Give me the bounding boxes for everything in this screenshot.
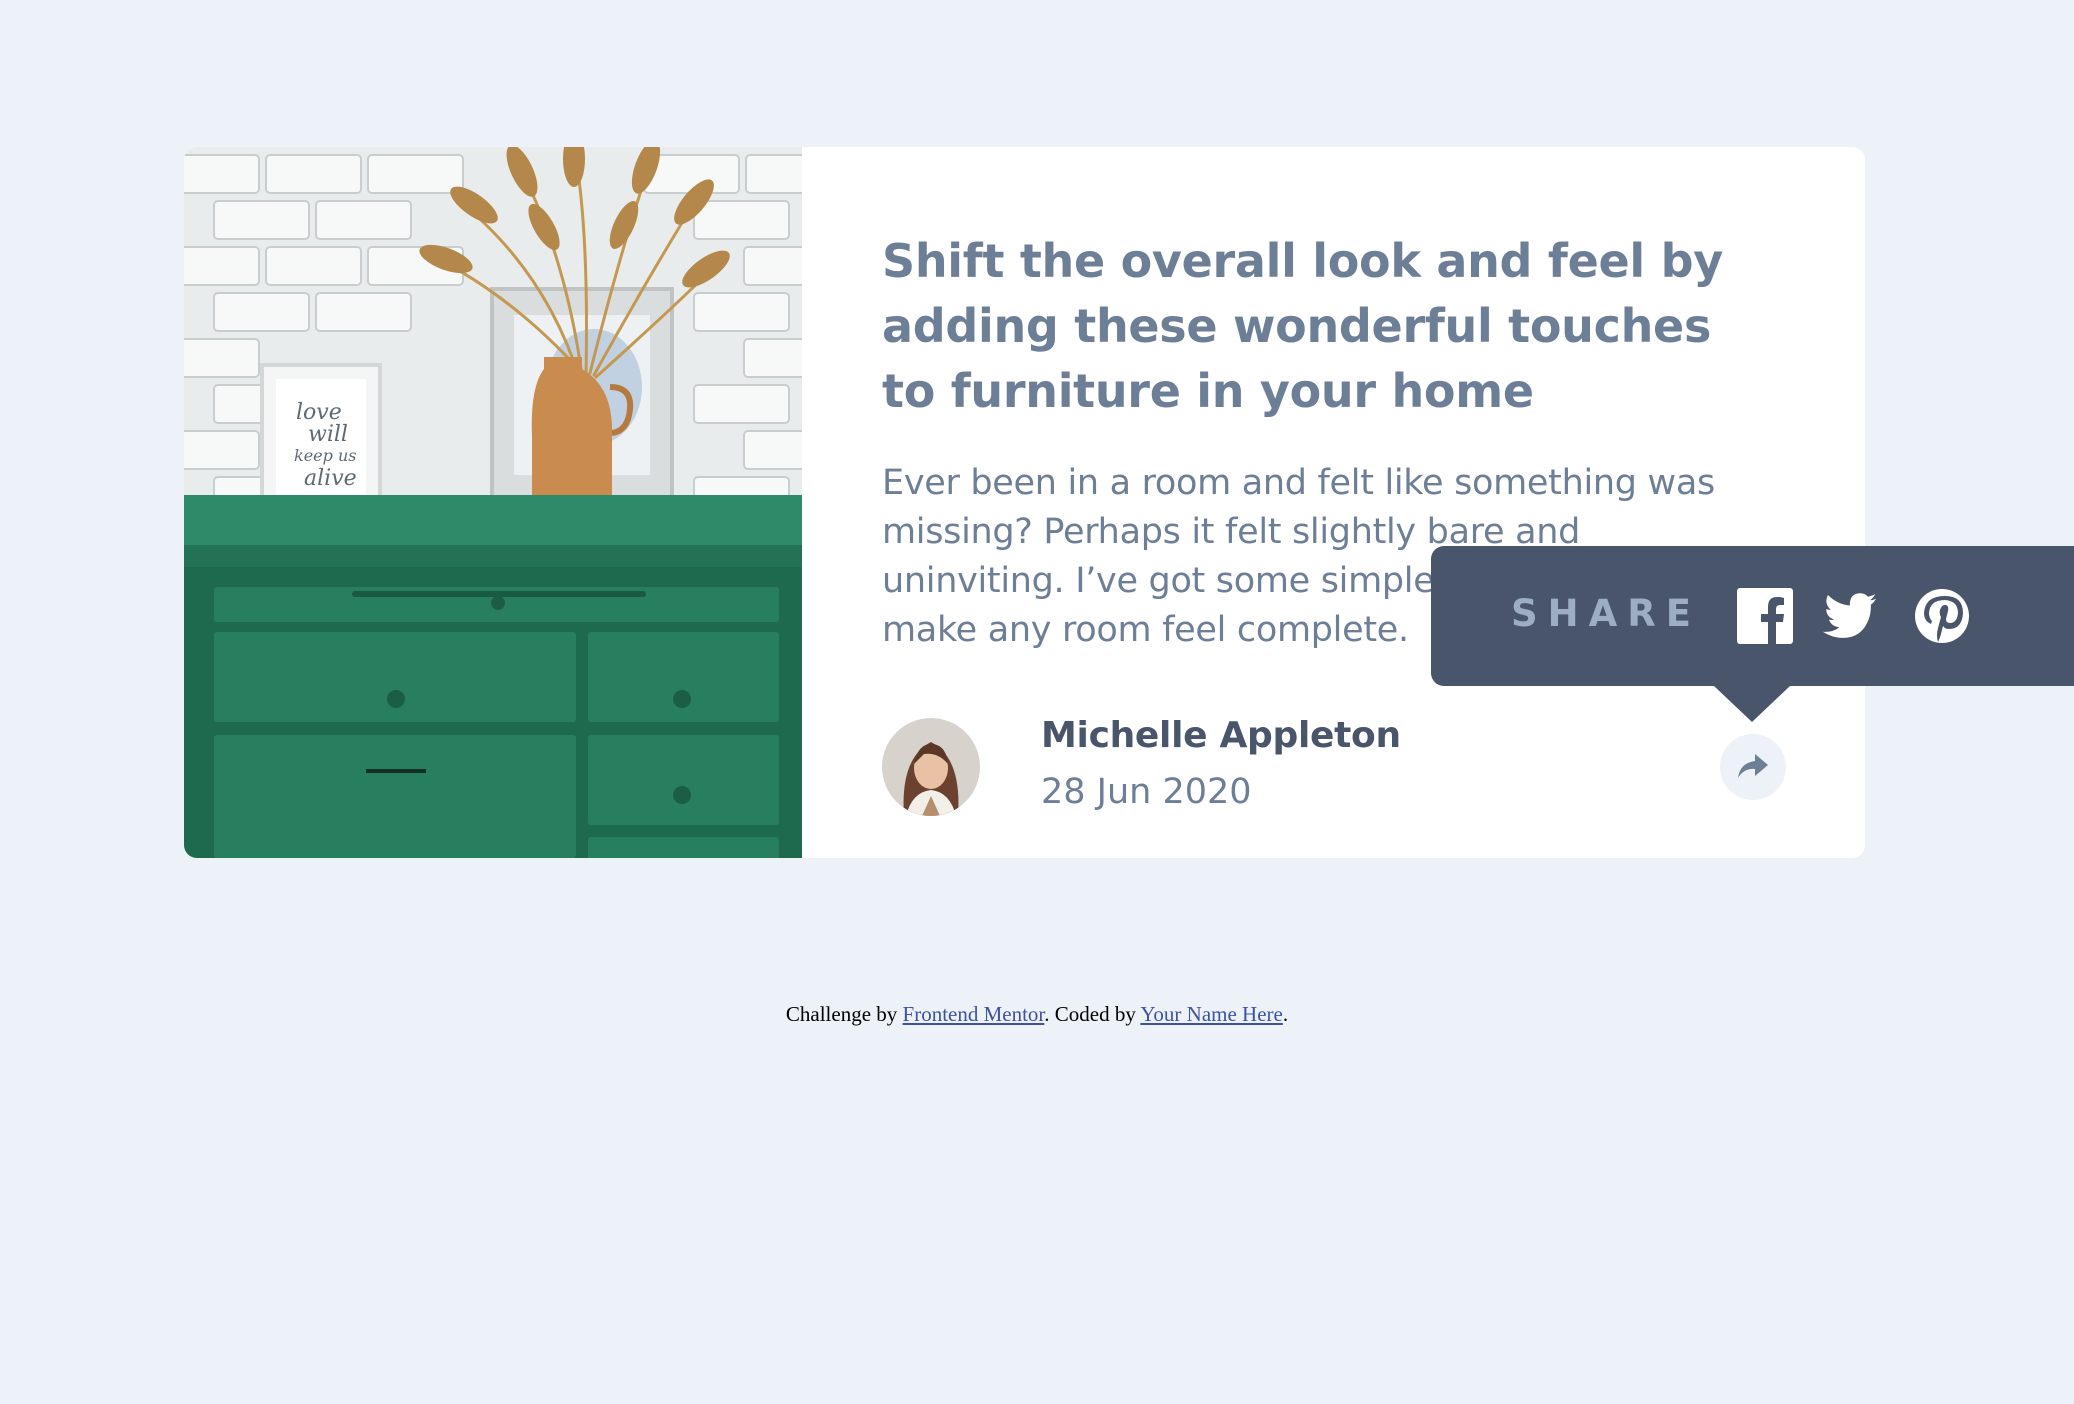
frame-text-3: keep us: [294, 446, 356, 465]
frontend-mentor-link[interactable]: Frontend Mentor: [903, 1002, 1045, 1026]
article-title: Shift the overall look and feel by addin…: [882, 234, 1723, 418]
share-label: SHARE: [1511, 592, 1702, 635]
share-button[interactable]: [1720, 734, 1786, 800]
avatar: [882, 718, 980, 816]
facebook-icon[interactable]: [1737, 588, 1793, 644]
article-content: Shift the overall look and feel by addin…: [882, 147, 1782, 858]
article-card: love will keep us alive Shift the overal…: [184, 147, 1865, 858]
post-date: 28 Jun 2020: [1041, 772, 1252, 812]
attribution-middle: . Coded by: [1044, 1002, 1141, 1026]
article-image: love will keep us alive: [184, 147, 802, 858]
share-popup: SHARE: [1431, 546, 2074, 686]
author-link[interactable]: Your Name Here: [1140, 1002, 1283, 1026]
share-icon: [1738, 754, 1768, 778]
frame-text-2: will: [308, 422, 348, 447]
pinterest-icon[interactable]: [1914, 588, 1970, 644]
author-name: Michelle Appleton: [1041, 715, 1401, 756]
twitter-icon[interactable]: [1821, 588, 1877, 644]
attribution-prefix: Challenge by: [785, 1002, 903, 1026]
popup-arrow: [1714, 686, 1790, 722]
attribution: Challenge by Frontend Mentor. Coded by Y…: [0, 1002, 2074, 1027]
frame-text-4: alive: [304, 466, 357, 491]
attribution-suffix: .: [1282, 1002, 1289, 1026]
